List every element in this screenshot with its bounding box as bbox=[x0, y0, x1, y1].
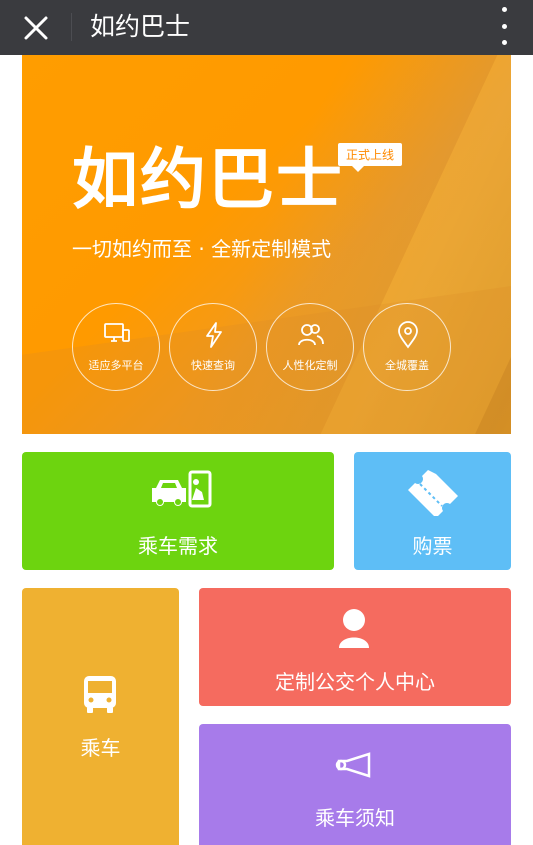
personal-center-tile[interactable]: 定制公交个人中心 bbox=[199, 588, 511, 706]
tile-label: 乘车需求 bbox=[138, 534, 218, 558]
page-title: 如约巴士 bbox=[90, 12, 191, 41]
feature-city-coverage: 全城覆盖 bbox=[363, 303, 451, 391]
feature-personalized: 人性化定制 bbox=[266, 303, 354, 391]
feature-label: 全城覆盖 bbox=[385, 359, 429, 372]
tile-label: 购票 bbox=[412, 534, 453, 558]
close-icon[interactable] bbox=[16, 8, 56, 48]
topbar-divider bbox=[71, 13, 72, 41]
ride-demand-tile[interactable]: 乘车需求 bbox=[22, 452, 334, 570]
brand-title: 如约巴士 bbox=[72, 141, 344, 218]
location-pin-icon bbox=[398, 321, 418, 349]
ride-tile[interactable]: 乘车 bbox=[22, 588, 179, 845]
slogan: 一切如约而至 · 全新定制模式 bbox=[72, 237, 332, 261]
bus-icon bbox=[84, 676, 116, 713]
tile-label: 定制公交个人中心 bbox=[275, 670, 435, 694]
lightning-icon bbox=[206, 322, 222, 348]
devices-icon bbox=[104, 323, 130, 342]
feature-label: 适应多平台 bbox=[88, 359, 144, 372]
buy-ticket-tile[interactable]: 购票 bbox=[354, 452, 511, 570]
feature-fast-query: 快速查询 bbox=[169, 303, 257, 391]
users-icon bbox=[298, 324, 324, 346]
tile-label: 乘车须知 bbox=[315, 806, 395, 830]
launch-badge: 正式上线 bbox=[338, 143, 403, 172]
ride-notice-tile[interactable]: 乘车须知 bbox=[199, 724, 511, 845]
feature-multi-platform: 适应多平台 bbox=[72, 303, 160, 391]
top-bar: 如约巴士 bbox=[0, 0, 533, 55]
more-vertical-icon[interactable] bbox=[493, 5, 515, 47]
horn-icon bbox=[335, 752, 371, 778]
tile-label: 乘车 bbox=[80, 736, 121, 760]
bus-stop-icon bbox=[152, 470, 212, 508]
hero-banner: 如约巴士 正式上线 一切如约而至 · 全新定制模式 适应多平台 快速查询 人性化… bbox=[22, 55, 511, 434]
ticket-icon bbox=[408, 470, 458, 516]
feature-label: 人性化定制 bbox=[282, 359, 338, 372]
person-icon bbox=[339, 609, 369, 648]
feature-label: 快速查询 bbox=[191, 359, 235, 372]
